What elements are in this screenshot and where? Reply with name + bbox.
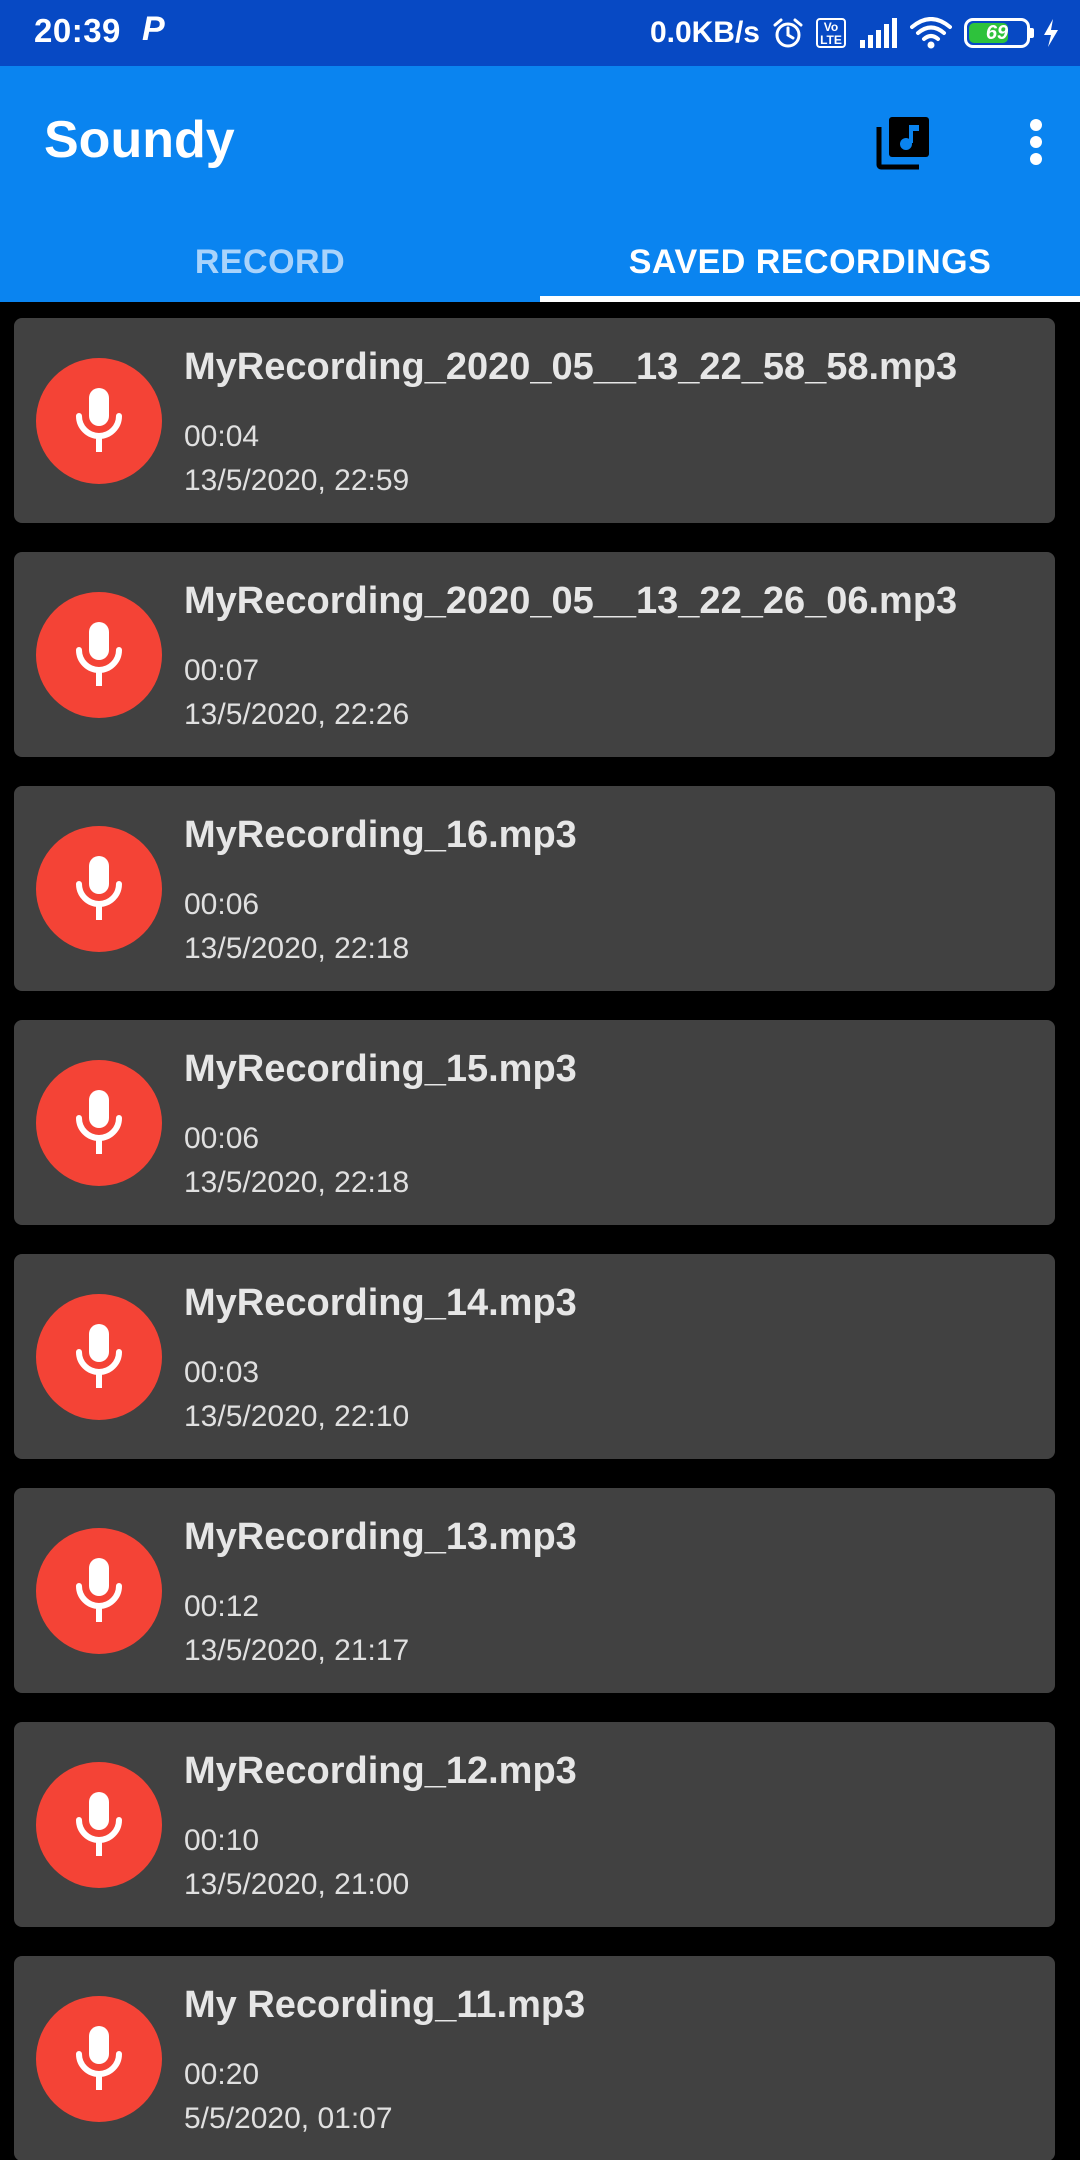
recording-duration: 00:03 bbox=[184, 1356, 260, 1389]
battery-level: 69 bbox=[985, 22, 1009, 44]
recording-card[interactable]: MyRecording_15.mp3 00:06 13/5/2020, 22:18 bbox=[14, 1020, 1055, 1225]
microphone-icon bbox=[36, 358, 162, 484]
recording-card[interactable]: MyRecording_2020_05__13_22_58_58.mp3 00:0… bbox=[14, 318, 1055, 523]
recording-duration: 00:06 bbox=[184, 888, 260, 921]
charging-icon bbox=[1042, 18, 1060, 48]
recording-date: 13/5/2020, 22:10 bbox=[184, 1400, 410, 1433]
microphone-icon bbox=[36, 592, 162, 718]
tab-record[interactable]: RECORD bbox=[0, 222, 540, 302]
music-library-icon bbox=[875, 113, 933, 176]
recording-date: 13/5/2020, 22:18 bbox=[184, 1166, 410, 1199]
tab-bar: RECORD SAVED RECORDINGS bbox=[0, 222, 1080, 302]
recording-duration: 00:10 bbox=[184, 1824, 260, 1857]
recording-duration: 00:12 bbox=[184, 1590, 260, 1623]
recording-name: MyRecording_12.mp3 bbox=[184, 1750, 577, 1792]
recording-date: 13/5/2020, 21:17 bbox=[184, 1634, 410, 1667]
recording-duration: 00:20 bbox=[184, 2058, 260, 2091]
volte-icon: Vo LTE bbox=[816, 18, 846, 48]
music-library-button[interactable] bbox=[868, 108, 940, 180]
app-title: Soundy bbox=[44, 111, 235, 169]
recording-date: 13/5/2020, 22:26 bbox=[184, 698, 410, 731]
recording-name: MyRecording_13.mp3 bbox=[184, 1516, 577, 1558]
recording-name: MyRecording_15.mp3 bbox=[184, 1048, 577, 1090]
battery-tip bbox=[1030, 28, 1034, 38]
recording-duration: 00:04 bbox=[184, 420, 260, 453]
recording-card[interactable]: MyRecording_2020_05__13_22_26_06.mp3 00:0… bbox=[14, 552, 1055, 757]
microphone-icon bbox=[36, 1294, 162, 1420]
microphone-icon bbox=[36, 1060, 162, 1186]
more-vert-icon bbox=[1029, 118, 1043, 171]
more-options-button[interactable] bbox=[1006, 108, 1066, 180]
alarm-icon bbox=[772, 17, 804, 49]
recording-date: 5/5/2020, 01:07 bbox=[184, 2102, 393, 2135]
recording-duration: 00:06 bbox=[184, 1122, 260, 1155]
recordings-list[interactable]: MyRecording_2020_05__13_22_58_58.mp3 00:0… bbox=[0, 302, 1080, 2160]
recording-card[interactable]: MyRecording_16.mp3 00:06 13/5/2020, 22:18 bbox=[14, 786, 1055, 991]
net-speed: 0.0KB/s bbox=[649, 16, 760, 49]
status-icons: 0.0KB/s Vo LTE 69 bbox=[650, 0, 1060, 66]
recording-date: 13/5/2020, 21:00 bbox=[184, 1868, 410, 1901]
recording-name: MyRecording_14.mp3 bbox=[184, 1282, 577, 1324]
recording-date: 13/5/2020, 22:59 bbox=[184, 464, 410, 497]
recording-name: My Recording_11.mp3 bbox=[184, 1984, 586, 2026]
recording-duration: 00:07 bbox=[184, 654, 260, 687]
app-bar: Soundy RECORD SAVED RECORDINGS bbox=[0, 66, 1080, 302]
microphone-icon bbox=[36, 1762, 162, 1888]
recording-name: MyRecording_2020_05__13_22_26_06.mp3 bbox=[184, 580, 958, 622]
wifi-icon bbox=[910, 17, 952, 49]
recording-card[interactable]: MyRecording_12.mp3 00:10 13/5/2020, 21:00 bbox=[14, 1722, 1055, 1927]
battery-icon: 69 bbox=[964, 18, 1034, 48]
recording-name: MyRecording_2020_05__13_22_58_58.mp3 bbox=[184, 346, 958, 388]
recording-date: 13/5/2020, 22:18 bbox=[184, 932, 410, 965]
microphone-icon bbox=[36, 1528, 162, 1654]
recording-card[interactable]: MyRecording_14.mp3 00:03 13/5/2020, 22:10 bbox=[14, 1254, 1055, 1459]
status-time: 20:39 bbox=[34, 12, 121, 49]
recording-card[interactable]: MyRecording_13.mp3 00:12 13/5/2020, 21:17 bbox=[14, 1488, 1055, 1693]
microphone-icon bbox=[36, 1996, 162, 2122]
recording-name: MyRecording_16.mp3 bbox=[184, 814, 577, 856]
signal-icon bbox=[858, 18, 898, 48]
notification-p-icon: P bbox=[142, 10, 165, 48]
status-bar: 20:39 P 0.0KB/s Vo LTE 69 bbox=[0, 0, 1080, 66]
tab-saved-recordings[interactable]: SAVED RECORDINGS bbox=[540, 222, 1080, 302]
recording-card[interactable]: My Recording_11.mp3 00:20 5/5/2020, 01:07 bbox=[14, 1956, 1055, 2160]
microphone-icon bbox=[36, 826, 162, 952]
